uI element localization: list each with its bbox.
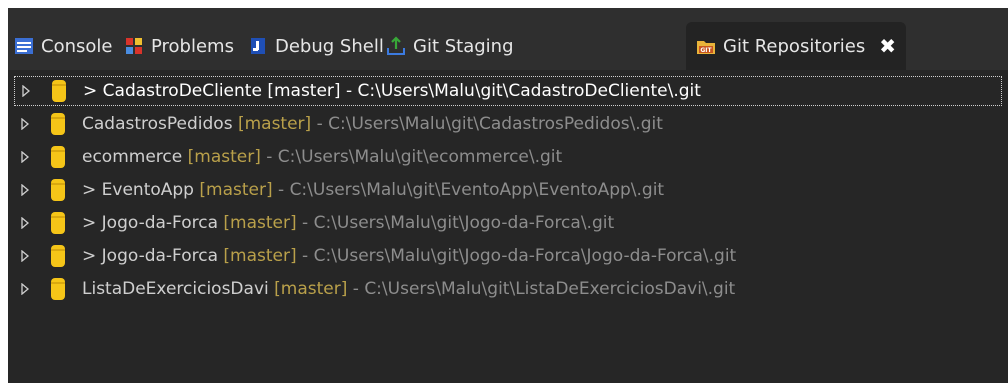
repository-name-text: ListaDeExerciciosDavi: [82, 279, 269, 299]
repository-row[interactable]: ecommerce [master] - C:\Users\Malu\git\e…: [14, 142, 1002, 172]
dirty-marker: >: [82, 213, 102, 233]
branch-label: [master]: [199, 180, 273, 200]
dirty-marker: >: [82, 180, 102, 200]
repository-name-text: Jogo-da-Forca: [101, 246, 219, 266]
repository-name-text: CadastrosPedidos: [82, 114, 233, 134]
repository-row[interactable]: > EventoApp [master] - C:\Users\Malu\git…: [14, 175, 1002, 205]
repository-name: > Jogo-da-Forca: [82, 213, 218, 233]
tab-label: Debug Shell: [275, 35, 384, 57]
dirty-marker: >: [83, 81, 103, 101]
repository-name: CadastrosPedidos: [82, 114, 233, 134]
repository-path: C:\Users\Malu\git\ecommerce\.git: [277, 147, 563, 167]
repository-path: C:\Users\Malu\git\CadastroDeCliente\.git: [357, 81, 701, 101]
tab-label: Git Repositories: [723, 35, 866, 57]
repository-icon: [48, 211, 68, 235]
repository-icon: [48, 145, 68, 169]
tab-debug-shell[interactable]: Debug Shell: [248, 22, 384, 70]
expand-triangle-icon[interactable]: [14, 151, 36, 163]
branch-label: [master]: [237, 114, 312, 134]
expand-triangle-icon[interactable]: [14, 250, 36, 262]
repository-name-text: ecommerce: [82, 147, 183, 167]
git-repositories-icon: GIT: [696, 36, 716, 56]
dirty-marker: >: [82, 246, 102, 266]
repository-path: C:\Users\Malu\git\EventoApp\EventoApp\.g…: [289, 180, 665, 200]
expand-triangle-icon[interactable]: [15, 85, 37, 97]
repository-tree: > CadastroDeCliente [master] - C:\Users\…: [8, 70, 1008, 383]
git-staging-icon: [386, 36, 406, 56]
repository-path: C:\Users\Malu\git\ListaDeExerciciosDavi\…: [364, 279, 736, 299]
console-icon: [14, 36, 34, 56]
tab-problems[interactable]: Problems: [124, 22, 234, 70]
debug-shell-icon: [248, 36, 268, 56]
repository-name-text: EventoApp: [101, 180, 194, 200]
repository-icon: [48, 112, 68, 136]
branch-label: [master]: [274, 279, 348, 299]
tab-label: Problems: [151, 35, 234, 57]
repository-path: C:\Users\Malu\git\Jogo-da-Forca\Jogo-da-…: [313, 246, 737, 266]
repository-row[interactable]: CadastrosPedidos [master] - C:\Users\Mal…: [14, 109, 1002, 139]
repository-path: C:\Users\Malu\git\Jogo-da-Forca\.git: [313, 213, 615, 233]
expand-triangle-icon[interactable]: [14, 283, 36, 295]
git-repositories-view: Console Problems Debug Shell Git Staging…: [8, 8, 1008, 383]
repository-path: C:\Users\Malu\git\CadastrosPedidos\.git: [328, 114, 663, 134]
repository-row[interactable]: > Jogo-da-Forca [master] - C:\Users\Malu…: [14, 208, 1002, 238]
repository-name-text: CadastroDeCliente: [102, 81, 262, 101]
expand-triangle-icon[interactable]: [14, 118, 36, 130]
tab-git-repositories[interactable]: GIT Git Repositories ✖: [686, 22, 907, 70]
tab-console[interactable]: Console: [14, 22, 112, 70]
view-tab-bar: Console Problems Debug Shell Git Staging…: [8, 8, 1008, 70]
repository-icon: [48, 277, 68, 301]
expand-triangle-icon[interactable]: [14, 217, 36, 229]
svg-text:GIT: GIT: [700, 47, 712, 54]
repository-name: > Jogo-da-Forca: [82, 246, 218, 266]
separator: -: [272, 180, 290, 200]
branch-label: [master]: [267, 81, 341, 101]
repository-row[interactable]: > Jogo-da-Forca [master] - C:\Users\Malu…: [14, 241, 1002, 271]
tab-label: Git Staging: [413, 35, 514, 57]
repository-name: > CadastroDeCliente: [83, 81, 262, 101]
repository-name: ListaDeExerciciosDavi: [82, 279, 269, 299]
separator: -: [347, 279, 365, 299]
problems-icon: [124, 36, 144, 56]
repository-name: > EventoApp: [82, 180, 194, 200]
repository-row[interactable]: > CadastroDeCliente [master] - C:\Users\…: [14, 76, 1002, 106]
repository-name-text: Jogo-da-Forca: [101, 213, 219, 233]
repository-name: ecommerce: [82, 147, 182, 167]
repository-icon: [49, 79, 69, 103]
tab-label: Console: [41, 35, 113, 57]
separator: -: [260, 147, 278, 167]
separator: -: [296, 246, 314, 266]
expand-triangle-icon[interactable]: [14, 184, 36, 196]
branch-label: [master]: [187, 147, 261, 167]
repository-row[interactable]: ListaDeExerciciosDavi [master] - C:\User…: [14, 274, 1002, 304]
close-tab-icon[interactable]: ✖: [879, 34, 896, 58]
separator: -: [296, 213, 314, 233]
branch-label: [master]: [223, 213, 297, 233]
tab-git-staging[interactable]: Git Staging: [386, 22, 514, 70]
repository-icon: [48, 178, 68, 202]
separator: -: [340, 81, 358, 101]
repository-icon: [48, 244, 68, 268]
separator: -: [311, 114, 329, 134]
branch-label: [master]: [223, 246, 297, 266]
